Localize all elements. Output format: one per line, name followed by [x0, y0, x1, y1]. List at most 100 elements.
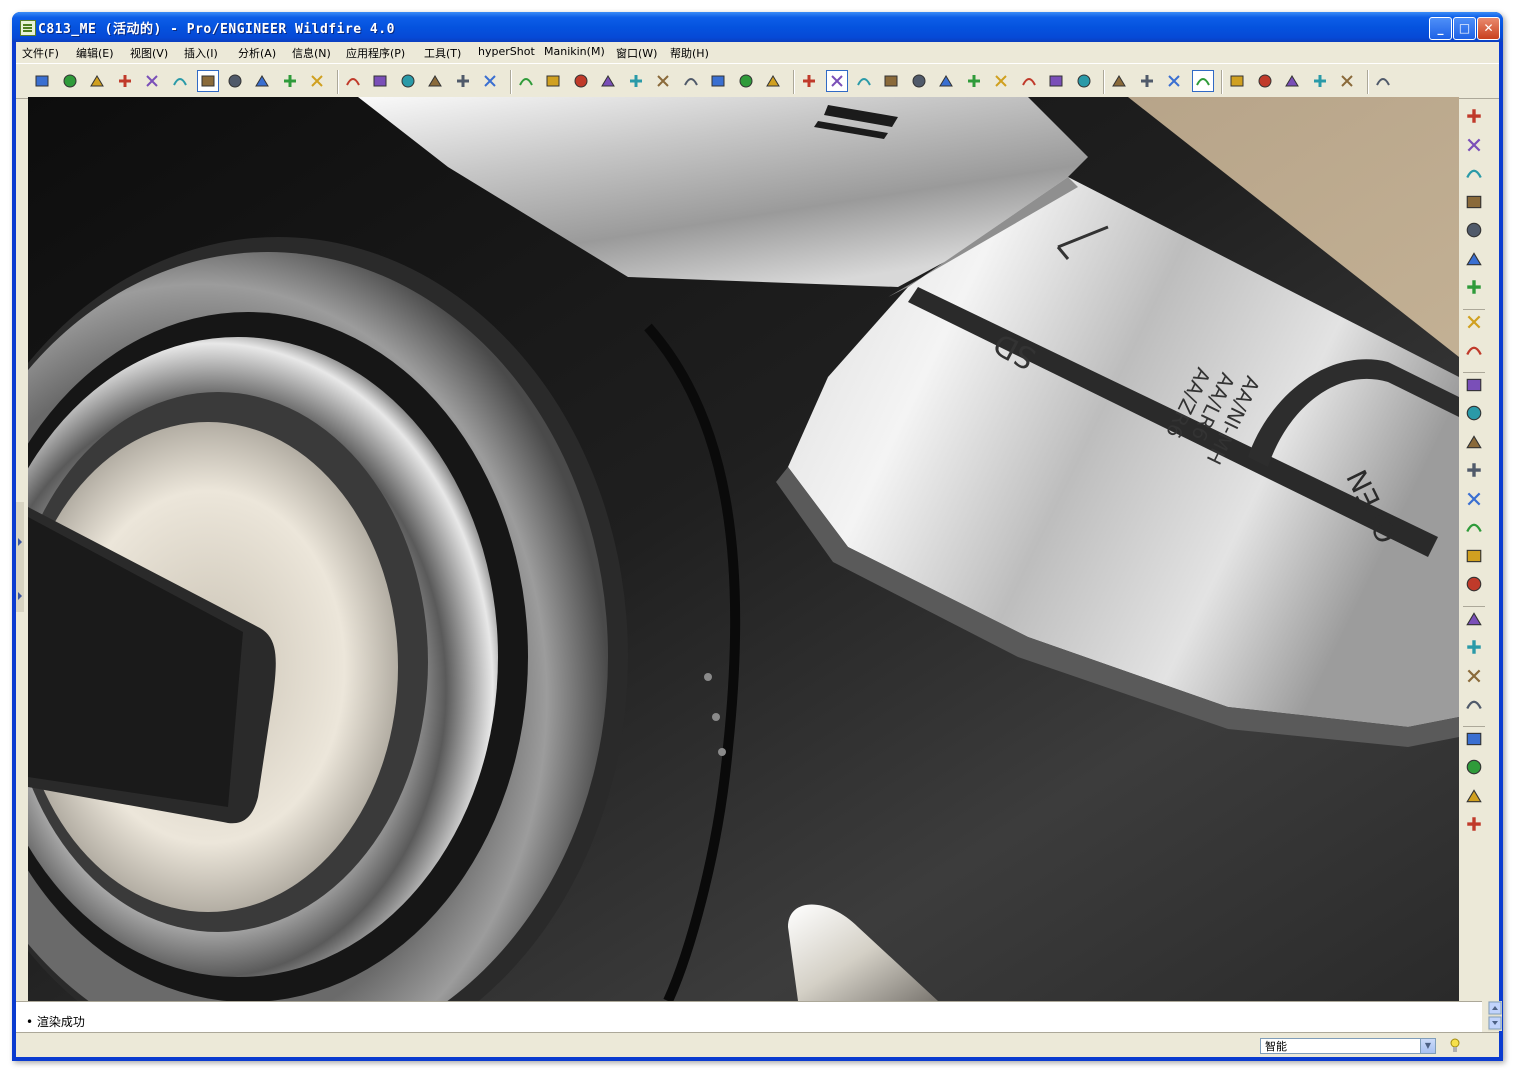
lightbulb-icon[interactable] [1450, 1038, 1460, 1054]
menu-tools[interactable]: 工具(T) [424, 45, 461, 61]
context-help-icon[interactable] [1373, 71, 1393, 91]
datum-point-icon[interactable] [1465, 221, 1483, 239]
no-hidden-icon[interactable] [1164, 71, 1184, 91]
open-file-icon[interactable] [370, 71, 390, 91]
revolve-icon[interactable] [1465, 404, 1483, 422]
datum-axes-icon[interactable] [1255, 71, 1275, 91]
datum-curve-icon[interactable] [1465, 193, 1483, 211]
render-window-icon[interactable] [197, 70, 219, 92]
color-appearance-icon[interactable] [32, 71, 52, 91]
graphics-window[interactable]: AA/NI-MH AA/LR6 AA/ZR6 SD OPEN [28, 97, 1459, 1001]
chevron-down-icon: ▼ [1420, 1039, 1435, 1053]
merge-icon[interactable] [1465, 758, 1483, 776]
message-scrollbar[interactable] [1488, 1001, 1502, 1031]
draft-icon[interactable] [1465, 575, 1483, 593]
maximize-button[interactable]: □ [1453, 17, 1476, 40]
boundary-blend-icon[interactable] [1465, 667, 1483, 685]
shading-icon[interactable] [1191, 70, 1214, 92]
rib-icon[interactable] [1465, 547, 1483, 565]
style-icon[interactable] [1465, 695, 1483, 713]
extrude-icon[interactable] [1465, 376, 1483, 394]
navigator-toggle-arrows-icon [16, 502, 24, 612]
sketched-curve-icon[interactable] [1465, 107, 1483, 125]
minimize-button[interactable]: _ [1429, 17, 1452, 40]
close-button[interactable]: ✕ [1477, 17, 1500, 40]
regen-manager-icon[interactable] [708, 71, 728, 91]
copy-icon[interactable] [598, 71, 618, 91]
scroll-arrows-icon [1488, 1001, 1502, 1030]
rendered-view-icon[interactable] [252, 71, 272, 91]
redo-icon[interactable] [543, 71, 563, 91]
menu-manikin[interactable]: Manikin(M) [544, 45, 605, 58]
sketched-point-icon[interactable] [1465, 250, 1483, 268]
repaint-icon[interactable] [799, 71, 819, 91]
wireframe-icon[interactable] [1109, 71, 1129, 91]
reorient-icon[interactable] [991, 71, 1011, 91]
sweep-icon[interactable] [1465, 433, 1483, 451]
cut-icon[interactable] [571, 71, 591, 91]
trim-icon[interactable] [1465, 787, 1483, 805]
annotations-icon[interactable] [1337, 71, 1357, 91]
undo-icon[interactable] [516, 71, 536, 91]
spotlight-icon[interactable] [280, 71, 300, 91]
menu-file[interactable]: 文件(F) [22, 45, 59, 61]
round-icon[interactable] [1465, 610, 1483, 628]
client-area: 文件(F) 编辑(E) 视图(V) 插入(I) 分析(A) 信息(N) 应用程序… [16, 42, 1502, 1058]
title-bar[interactable]: C813_ME (活动的) - Pro/ENGINEER Wildfire 4.… [12, 12, 1503, 42]
sketch-tool-icon[interactable] [1465, 313, 1483, 331]
coord-sys-icon[interactable] [1310, 71, 1330, 91]
mail-icon[interactable] [453, 71, 473, 91]
select-box-icon[interactable] [763, 71, 783, 91]
menu-view[interactable]: 视图(V) [130, 45, 168, 61]
orient-mode-icon[interactable] [854, 71, 874, 91]
menu-hypershot[interactable]: hyperShot [478, 45, 535, 58]
scene-icon[interactable] [60, 71, 80, 91]
datum-axis-icon[interactable] [1465, 164, 1483, 182]
paste-icon[interactable] [626, 71, 646, 91]
zoom-out-icon[interactable] [936, 71, 956, 91]
layers-icon[interactable] [1046, 71, 1066, 91]
selection-filter-dropdown[interactable]: 智能 ▼ [1260, 1038, 1436, 1054]
pan-icon[interactable] [881, 71, 901, 91]
offset-csys-icon[interactable] [1465, 278, 1483, 296]
spin-center-icon[interactable] [826, 70, 848, 92]
refit-icon[interactable] [964, 71, 984, 91]
pattern-icon[interactable] [1465, 341, 1483, 359]
datum-plane-icon[interactable] [1465, 136, 1483, 154]
save-icon[interactable] [398, 71, 418, 91]
zoom-in-icon[interactable] [909, 71, 929, 91]
datum-points-icon[interactable] [1282, 71, 1302, 91]
mirror-icon[interactable] [1465, 730, 1483, 748]
menu-edit[interactable]: 编辑(E) [76, 45, 114, 61]
lights-icon[interactable] [115, 71, 135, 91]
print-icon[interactable] [425, 71, 445, 91]
menu-insert[interactable]: 插入(I) [184, 45, 218, 61]
new-file-icon[interactable] [343, 71, 363, 91]
saved-views-icon[interactable] [1019, 71, 1039, 91]
navigator-toggle[interactable] [16, 502, 24, 612]
chamfer-icon[interactable] [1465, 638, 1483, 656]
hole-icon[interactable] [1465, 490, 1483, 508]
menu-info[interactable]: 信息(N) [292, 45, 331, 61]
datum-planes-icon[interactable] [1227, 71, 1247, 91]
palette-icon[interactable] [307, 71, 327, 91]
shell-icon[interactable] [1465, 518, 1483, 536]
paste-special-icon[interactable] [653, 71, 673, 91]
swept-blend-icon[interactable] [1465, 461, 1483, 479]
find-icon[interactable] [736, 71, 756, 91]
main-toolbar [16, 63, 1499, 99]
hidden-line-icon[interactable] [1137, 71, 1157, 91]
render-setup-icon[interactable] [142, 71, 162, 91]
status-bar: 智能 ▼ [16, 1032, 1499, 1058]
room-icon[interactable] [170, 71, 190, 91]
regenerate-icon[interactable] [681, 71, 701, 91]
environment-icon[interactable] [87, 71, 107, 91]
datum-pattern-icon[interactable] [1465, 815, 1483, 833]
render-region-icon[interactable] [225, 71, 245, 91]
view-manager-icon[interactable] [1074, 71, 1094, 91]
menu-analysis[interactable]: 分析(A) [238, 45, 276, 61]
mail-attach-icon[interactable] [480, 71, 500, 91]
menu-window[interactable]: 窗口(W) [616, 45, 657, 61]
menu-help[interactable]: 帮助(H) [670, 45, 709, 61]
menu-applications[interactable]: 应用程序(P) [346, 45, 405, 61]
